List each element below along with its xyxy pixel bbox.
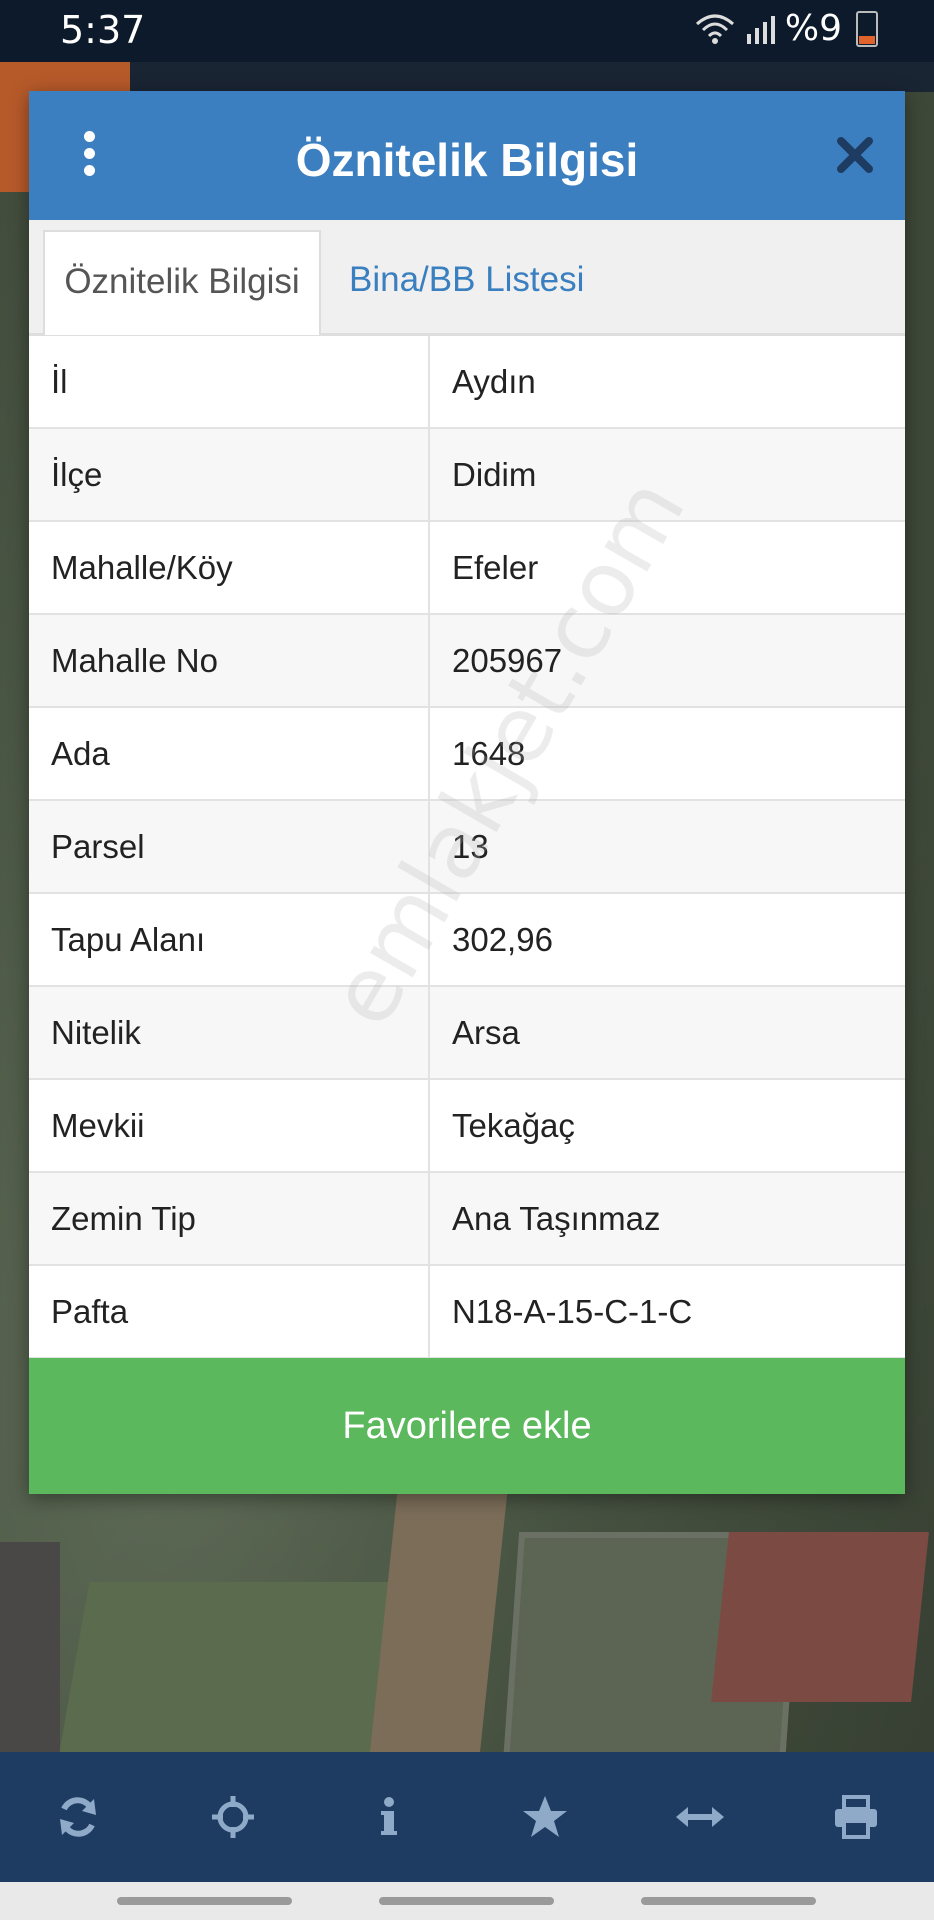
row-key: Mahalle No bbox=[29, 615, 430, 706]
table-row: İlçe Didim bbox=[29, 429, 905, 522]
table-row: Mahalle No 205967 bbox=[29, 615, 905, 708]
row-key: Tapu Alanı bbox=[29, 894, 430, 985]
table-row: Mahalle/Köy Efeler bbox=[29, 522, 905, 615]
row-value: Didim bbox=[452, 455, 537, 493]
dialog-header: Öznitelik Bilgisi bbox=[29, 91, 905, 220]
crosshair-icon[interactable] bbox=[203, 1787, 263, 1847]
dialog-title: Öznitelik Bilgisi bbox=[295, 134, 639, 186]
table-row: Tapu Alanı 302,96 bbox=[29, 894, 905, 987]
attribute-table: İl Aydın İlçe Didim Mahalle/Köy Efeler Maha… bbox=[29, 336, 905, 1359]
row-value: 13 bbox=[452, 827, 489, 865]
row-value: N18-A-15-C-1-C bbox=[452, 1292, 693, 1330]
map-feature bbox=[130, 62, 934, 92]
row-value: 302,96 bbox=[452, 920, 553, 958]
row-value: Tekağaç bbox=[452, 1106, 575, 1144]
row-key: Mahalle/Köy bbox=[29, 522, 430, 613]
wifi-icon bbox=[695, 12, 735, 46]
tab-building-list[interactable]: Bina/BB Listesi bbox=[349, 230, 584, 333]
row-value: Efeler bbox=[452, 548, 539, 586]
bottom-toolbar bbox=[0, 1752, 934, 1882]
info-icon[interactable] bbox=[359, 1787, 419, 1847]
measure-icon[interactable] bbox=[670, 1787, 730, 1847]
nav-pill[interactable] bbox=[641, 1897, 816, 1905]
print-icon[interactable] bbox=[826, 1787, 886, 1847]
battery-percent: %9 bbox=[784, 8, 842, 49]
refresh-icon[interactable] bbox=[48, 1787, 108, 1847]
row-key: Zemin Tip bbox=[29, 1173, 430, 1264]
signal-icon bbox=[745, 14, 775, 44]
row-key: Nitelik bbox=[29, 987, 430, 1078]
status-time: 5:37 bbox=[60, 8, 146, 52]
row-key: Ada bbox=[29, 708, 430, 799]
tab-attribute-info[interactable]: Öznitelik Bilgisi bbox=[43, 230, 321, 335]
table-row: İl Aydın bbox=[29, 336, 905, 429]
close-icon[interactable] bbox=[833, 133, 877, 177]
table-row: Mevkii Tekağaç bbox=[29, 1080, 905, 1173]
table-row: Ada 1648 bbox=[29, 708, 905, 801]
table-row: Nitelik Arsa bbox=[29, 987, 905, 1080]
row-value: Arsa bbox=[452, 1013, 520, 1051]
row-value: Aydın bbox=[452, 362, 536, 400]
add-to-favorites-button[interactable]: Favorilere ekle bbox=[29, 1358, 905, 1494]
row-key: Mevkii bbox=[29, 1080, 430, 1171]
nav-pill[interactable] bbox=[117, 1897, 292, 1905]
row-key: Pafta bbox=[29, 1266, 430, 1357]
table-row: Pafta N18-A-15-C-1-C bbox=[29, 1266, 905, 1359]
tab-bar: Öznitelik Bilgisi Bina/BB Listesi bbox=[29, 220, 905, 336]
table-row: Parsel 13 bbox=[29, 801, 905, 894]
row-value: Ana Taşınmaz bbox=[452, 1199, 661, 1237]
battery-icon bbox=[856, 10, 878, 47]
status-bar: 5:37 %9 bbox=[0, 0, 934, 62]
row-key: İl bbox=[29, 336, 430, 427]
system-nav-bar bbox=[0, 1882, 934, 1920]
attribute-dialog: Öznitelik Bilgisi Öznitelik Bilgisi Bina… bbox=[29, 91, 905, 1494]
map-building bbox=[711, 1532, 929, 1702]
star-icon[interactable] bbox=[515, 1787, 575, 1847]
table-row: Zemin Tip Ana Taşınmaz bbox=[29, 1173, 905, 1266]
nav-pill[interactable] bbox=[379, 1897, 554, 1905]
row-value: 205967 bbox=[452, 641, 563, 679]
status-icons: %9 bbox=[695, 8, 878, 49]
row-value: 1648 bbox=[452, 734, 526, 772]
row-key: Parsel bbox=[29, 801, 430, 892]
row-key: İlçe bbox=[29, 429, 430, 520]
